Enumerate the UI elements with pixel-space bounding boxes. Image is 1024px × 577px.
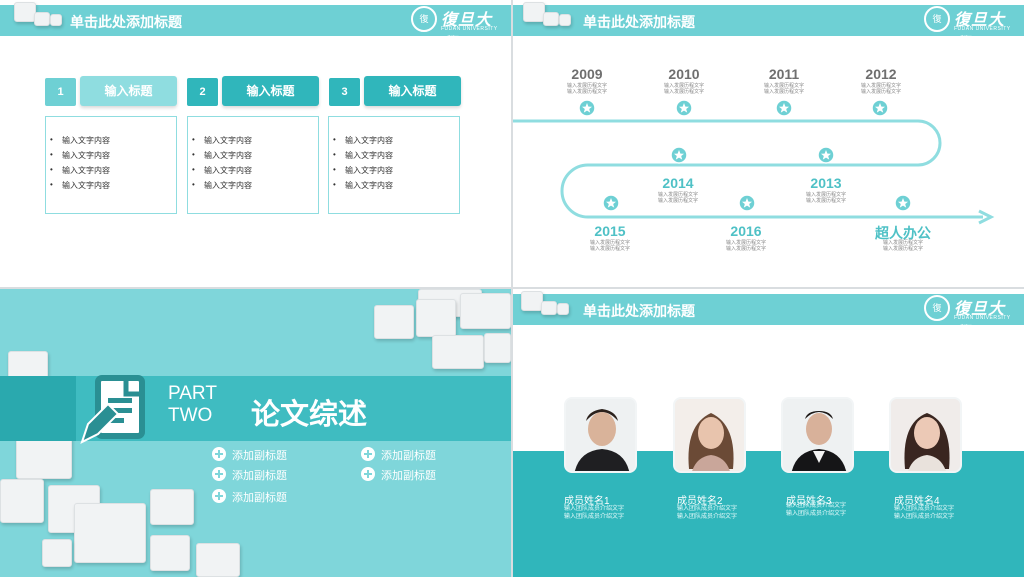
member-photo[interactable] <box>673 397 746 473</box>
logo-subtext: FUDAN UNIVERSITY <box>441 26 498 32</box>
list-item: 输入文字内容 <box>333 150 459 165</box>
deco-square <box>0 479 44 523</box>
deco-square <box>374 305 414 339</box>
subtitle[interactable]: 添加副标题 <box>232 447 287 463</box>
deco-square <box>196 543 240 577</box>
list-item: 输入文字内容 <box>50 135 176 150</box>
deco-square <box>460 293 511 329</box>
plus-icon <box>361 447 375 461</box>
star-pin-icon <box>577 99 597 119</box>
section-band-accent <box>0 376 76 441</box>
member-photo[interactable] <box>564 397 637 473</box>
milestone-year: 2016 <box>730 223 762 239</box>
milestone-year: 2010 <box>668 66 700 82</box>
deco-square <box>42 539 72 567</box>
column-content[interactable]: 输入文字内容 输入文字内容 输入文字内容 输入文字内容 <box>328 116 460 214</box>
header-title[interactable]: 单击此处添加标题 <box>70 12 182 32</box>
slide-2[interactable]: 单击此处添加标题 復 復旦大學 FUDAN UNIVERSITY 2009 输入… <box>513 0 1024 287</box>
column-content[interactable]: 输入文字内容 输入文字内容 输入文字内容 输入文字内容 <box>45 116 177 214</box>
column-title[interactable]: 输入标题 <box>222 76 319 106</box>
milestone-year: 2013 <box>810 175 842 191</box>
deco-square <box>484 333 511 363</box>
deco-square <box>74 503 146 563</box>
member-desc: 输入团队成员介绍文字 输入团队成员介绍文字 <box>786 503 847 517</box>
plus-icon <box>361 467 375 481</box>
deco-square <box>521 291 543 311</box>
deco-square <box>150 535 190 571</box>
milestone-desc: 输入发展历程文字 输入发展历程文字 <box>657 192 698 204</box>
section-title[interactable]: 论文综述 <box>251 391 367 433</box>
deco-square <box>416 299 456 337</box>
milestone-year: 2014 <box>662 175 694 191</box>
milestone-desc: 输入发展历程文字 输入发展历程文字 <box>725 240 766 252</box>
header-title[interactable]: 单击此处添加标题 <box>583 301 695 321</box>
member-photo[interactable] <box>781 397 854 473</box>
column-number: 1 <box>45 78 76 106</box>
list-item: 输入文字内容 <box>192 180 318 195</box>
list-item: 输入文字内容 <box>192 135 318 150</box>
subtitle[interactable]: 添加副标题 <box>381 447 436 463</box>
slide-3[interactable]: PART TWO 论文综述 添加副标题 添加副标题 添加副标题 添加副标题 添加… <box>0 289 511 577</box>
slide-4[interactable]: 单击此处添加标题 復 復旦大學 FUDAN UNIVERSITY 成员姓名1 输… <box>513 289 1024 577</box>
milestone-desc: 输入发展历程文字 输入发展历程文字 <box>589 240 630 252</box>
plus-icon <box>212 489 226 503</box>
seal-icon: 復 <box>924 295 950 321</box>
member-photo[interactable] <box>889 397 962 473</box>
star-pin-icon <box>774 99 794 119</box>
fudan-logo: 復 復旦大學 FUDAN UNIVERSITY <box>411 5 503 53</box>
star-pin-icon <box>674 99 694 119</box>
star-pin-icon <box>816 145 836 165</box>
milestone-desc: 输入发展历程文字 输入发展历程文字 <box>860 83 901 95</box>
list-item: 输入文字内容 <box>192 165 318 180</box>
seal-icon: 復 <box>411 6 437 32</box>
part-label: PART TWO <box>168 383 217 426</box>
milestone-desc: 输入发展历程文字 输入发展历程文字 <box>566 83 607 95</box>
list-item: 输入文字内容 <box>50 180 176 195</box>
subtitle[interactable]: 添加副标题 <box>232 467 287 483</box>
deco-square <box>14 2 36 22</box>
deco-square <box>557 303 569 315</box>
milestone-desc: 输入发展历程文字 输入发展历程文字 <box>763 83 804 95</box>
star-pin-icon <box>601 193 621 213</box>
plus-icon <box>212 467 226 481</box>
list-item: 输入文字内容 <box>333 180 459 195</box>
milestone-year: 2009 <box>571 66 603 82</box>
list-item: 输入文字内容 <box>50 165 176 180</box>
star-pin-icon <box>737 193 757 213</box>
deco-square <box>150 489 194 525</box>
slide-1[interactable]: 单击此处添加标题 復 復旦大學 FUDAN UNIVERSITY 1 输入标题 … <box>0 0 511 287</box>
column-content[interactable]: 输入文字内容 输入文字内容 输入文字内容 输入文字内容 <box>187 116 319 214</box>
deco-square <box>432 335 484 369</box>
column-number: 2 <box>187 78 218 106</box>
milestone-year: 2015 <box>594 223 626 239</box>
subtitle[interactable]: 添加副标题 <box>381 467 436 483</box>
column-number: 3 <box>329 78 360 106</box>
list-item: 输入文字内容 <box>333 165 459 180</box>
milestone-year: 2012 <box>865 66 897 82</box>
list-item: 输入文字内容 <box>333 135 459 150</box>
member-desc: 输入团队成员介绍文字 输入团队成员介绍文字 <box>564 506 625 520</box>
column-title[interactable]: 输入标题 <box>80 76 177 106</box>
fudan-logo: 復 復旦大學 FUDAN UNIVERSITY <box>924 294 1016 342</box>
subtitle[interactable]: 添加副标题 <box>232 489 287 505</box>
plus-icon <box>212 447 226 461</box>
member-desc: 输入团队成员介绍文字 输入团队成员介绍文字 <box>894 506 955 520</box>
deco-square <box>34 12 50 26</box>
logo-subtext: FUDAN UNIVERSITY <box>954 315 1011 321</box>
deco-square <box>541 301 557 315</box>
column-title[interactable]: 输入标题 <box>364 76 461 106</box>
document-pen-icon <box>78 372 150 450</box>
milestone-year: 2011 <box>768 66 800 82</box>
star-pin-icon <box>893 193 913 213</box>
member-desc: 输入团队成员介绍文字 输入团队成员介绍文字 <box>677 506 738 520</box>
star-pin-icon <box>669 145 689 165</box>
list-item: 输入文字内容 <box>50 150 176 165</box>
milestone-desc: 输入发展历程文字 输入发展历程文字 <box>663 83 704 95</box>
deco-square <box>16 435 72 479</box>
star-pin-icon <box>870 99 890 119</box>
milestone-desc: 输入发展历程文字 输入发展历程文字 <box>882 240 923 252</box>
milestone-desc: 输入发展历程文字 输入发展历程文字 <box>805 192 846 204</box>
list-item: 输入文字内容 <box>192 150 318 165</box>
deco-square <box>50 14 62 26</box>
